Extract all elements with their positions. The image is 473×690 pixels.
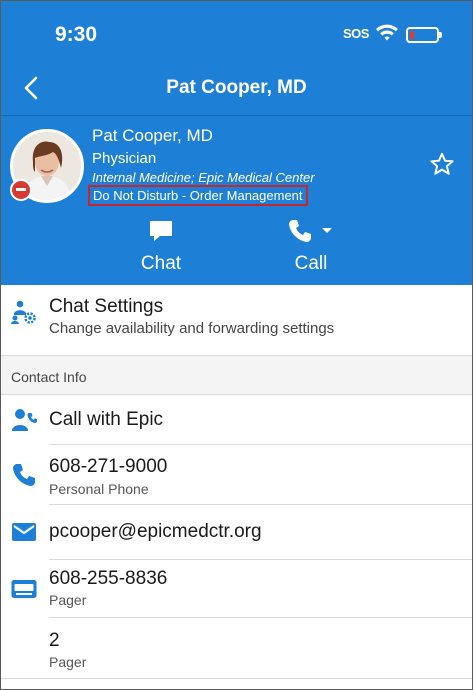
profile-header: Pat Cooper, MD Physician Internal Medici…	[1, 115, 472, 285]
call-button[interactable]: Call	[271, 214, 351, 275]
contact-item-label: 608-255-8836	[49, 568, 168, 589]
contact-item-label: Call with Epic	[49, 409, 164, 430]
chat-settings-subtitle: Change availability and forwarding setti…	[49, 320, 335, 337]
chat-settings-icon	[11, 300, 36, 324]
contact-item-label: 2	[49, 630, 60, 651]
page-title: Pat Cooper, MD	[166, 77, 307, 98]
call-with-epic-icon	[12, 409, 37, 431]
status-time: 9:30	[55, 23, 98, 46]
battery-level	[410, 31, 414, 39]
contact-item-type: Pager	[49, 592, 87, 608]
avatar-container	[10, 129, 84, 203]
profile-department: Internal Medicine; Epic Medical Center	[92, 170, 315, 185]
sos-indicator: SOS	[343, 26, 369, 41]
do-not-disturb-badge-icon	[10, 179, 32, 201]
contact-item-pager-secondary[interactable]: 2 Pager	[1, 618, 472, 678]
contact-item-label: 608-271-9000	[49, 456, 168, 477]
battery-icon	[406, 27, 442, 43]
profile-name: Pat Cooper, MD	[92, 126, 213, 145]
favorite-star-icon[interactable]	[429, 151, 455, 177]
contact-item-email[interactable]: pcooper@epicmedctr.org	[1, 505, 472, 560]
phone-handset-icon	[289, 220, 311, 242]
bottom-divider	[1, 678, 472, 679]
profile-role: Physician	[92, 150, 157, 167]
wifi-icon	[376, 24, 398, 41]
chat-settings-row[interactable]: Chat Settings Change availability and fo…	[1, 285, 472, 355]
email-icon	[12, 523, 36, 541]
availability-status: Do Not Disturb - Order Management	[88, 185, 308, 206]
chat-bubble-icon	[126, 214, 196, 248]
contact-item-call-with-epic[interactable]: Call with Epic	[1, 395, 472, 445]
pager-icon	[11, 580, 37, 598]
chat-label: Chat	[140, 253, 182, 274]
contact-item-type: Personal Phone	[49, 481, 149, 497]
contact-item-pager[interactable]: 608-255-8836 Pager	[1, 560, 472, 618]
chevron-down-icon[interactable]	[319, 223, 335, 239]
call-icon-group	[271, 214, 351, 248]
contact-item-personal-phone[interactable]: 608-271-9000 Personal Phone	[1, 445, 472, 505]
phone-icon	[13, 464, 35, 486]
contact-item-label: pcooper@epicmedctr.org	[49, 521, 262, 542]
contact-info-header: Contact Info	[1, 355, 472, 395]
contact-info-header-label: Contact Info	[11, 369, 87, 385]
app-frame: 9:30 SOS Pat Cooper, MD Pat Cooper, MD P…	[0, 0, 473, 690]
contact-item-type: Pager	[49, 654, 87, 670]
call-label: Call	[294, 253, 328, 274]
status-bar: 9:30 SOS	[1, 1, 472, 63]
nav-bar: Pat Cooper, MD	[1, 63, 472, 115]
chat-button[interactable]: Chat	[126, 214, 196, 275]
chat-settings-title: Chat Settings	[49, 296, 164, 317]
